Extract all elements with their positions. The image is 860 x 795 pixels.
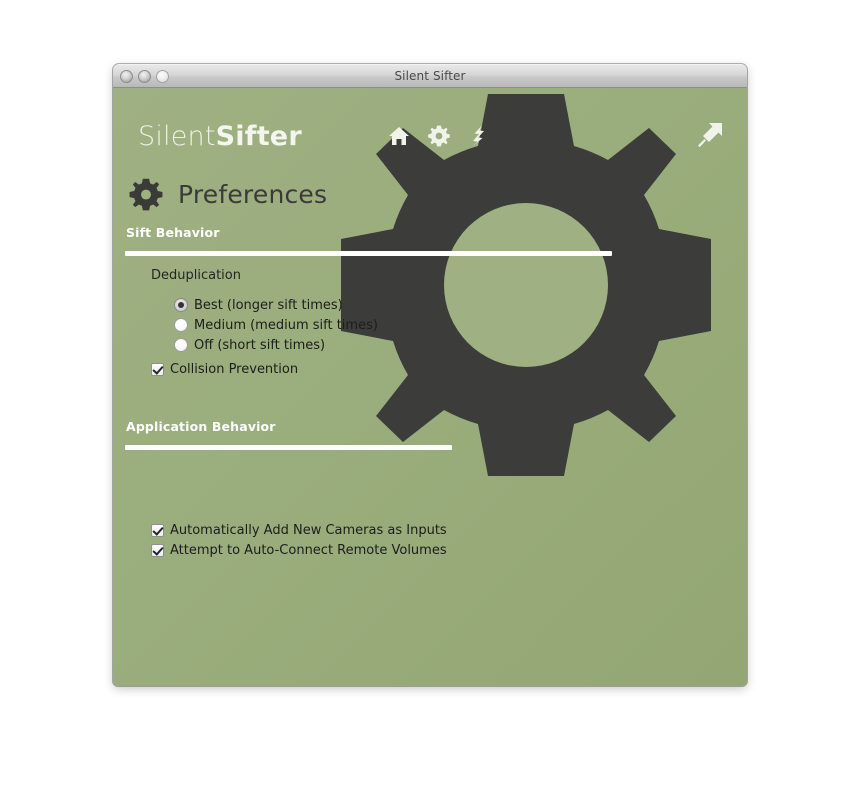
radio-label: Best (longer sift times) — [194, 297, 343, 313]
window-titlebar[interactable]: Silent Sifter — [113, 64, 747, 88]
share-arrow-icon[interactable] — [695, 120, 725, 150]
section-title: Application Behavior — [126, 419, 276, 434]
deduplication-radio-group: Best (longer sift times) Medium (medium … — [174, 295, 378, 355]
section-divider — [125, 445, 452, 450]
application-behavior-options: Automatically Add New Cameras as Inputs … — [151, 520, 447, 560]
page-title: Preferences — [178, 179, 328, 209]
section-application-behavior: Application Behavior — [125, 419, 452, 450]
app-header: SilentSifter — [113, 88, 747, 152]
radio-label: Medium (medium sift times) — [194, 317, 378, 333]
deduplication-group-label: Deduplication — [151, 268, 241, 283]
sift-bolt-icon[interactable] — [467, 124, 491, 148]
section-title: Sift Behavior — [126, 225, 220, 240]
app-toolbar — [387, 124, 491, 148]
logo-prefix: Silent — [138, 121, 216, 152]
radio-indicator[interactable] — [174, 338, 188, 352]
checkbox-collision-prevention[interactable]: Collision Prevention — [151, 359, 298, 379]
window-title: Silent Sifter — [394, 69, 466, 83]
radio-indicator[interactable] — [174, 318, 188, 332]
gear-icon — [129, 178, 163, 211]
radio-option-off[interactable]: Off (short sift times) — [174, 335, 378, 355]
checkbox-indicator[interactable] — [151, 523, 164, 537]
checkbox-label: Collision Prevention — [170, 361, 299, 377]
checkbox-label: Attempt to Auto-Connect Remote Volumes — [170, 542, 447, 558]
screenshot-root: Silent Sifter SilentSifter Preferences S… — [0, 0, 860, 795]
radio-option-medium[interactable]: Medium (medium sift times) — [174, 315, 378, 335]
window-content: SilentSifter Preferences Sift Behavior D… — [113, 88, 747, 686]
checkbox-indicator[interactable] — [151, 362, 164, 376]
gear-icon[interactable] — [427, 124, 451, 148]
app-window: Silent Sifter SilentSifter Preferences S… — [113, 64, 747, 686]
app-logo: SilentSifter — [138, 121, 302, 152]
checkbox-auto-connect-volumes[interactable]: Attempt to Auto-Connect Remote Volumes — [151, 540, 447, 560]
radio-label: Off (short sift times) — [194, 337, 326, 353]
radio-option-best[interactable]: Best (longer sift times) — [174, 295, 378, 315]
checkbox-label: Automatically Add New Cameras as Inputs — [170, 522, 447, 538]
home-icon[interactable] — [387, 124, 411, 148]
logo-suffix: Sifter — [215, 121, 302, 152]
radio-indicator[interactable] — [174, 298, 188, 312]
background-gear-decoration — [341, 94, 711, 476]
section-divider — [125, 251, 612, 256]
section-sift-behavior: Sift Behavior — [125, 225, 612, 256]
checkbox-auto-add-cameras[interactable]: Automatically Add New Cameras as Inputs — [151, 520, 447, 540]
checkbox-indicator[interactable] — [151, 543, 164, 557]
page-title-row: Preferences — [129, 177, 327, 211]
